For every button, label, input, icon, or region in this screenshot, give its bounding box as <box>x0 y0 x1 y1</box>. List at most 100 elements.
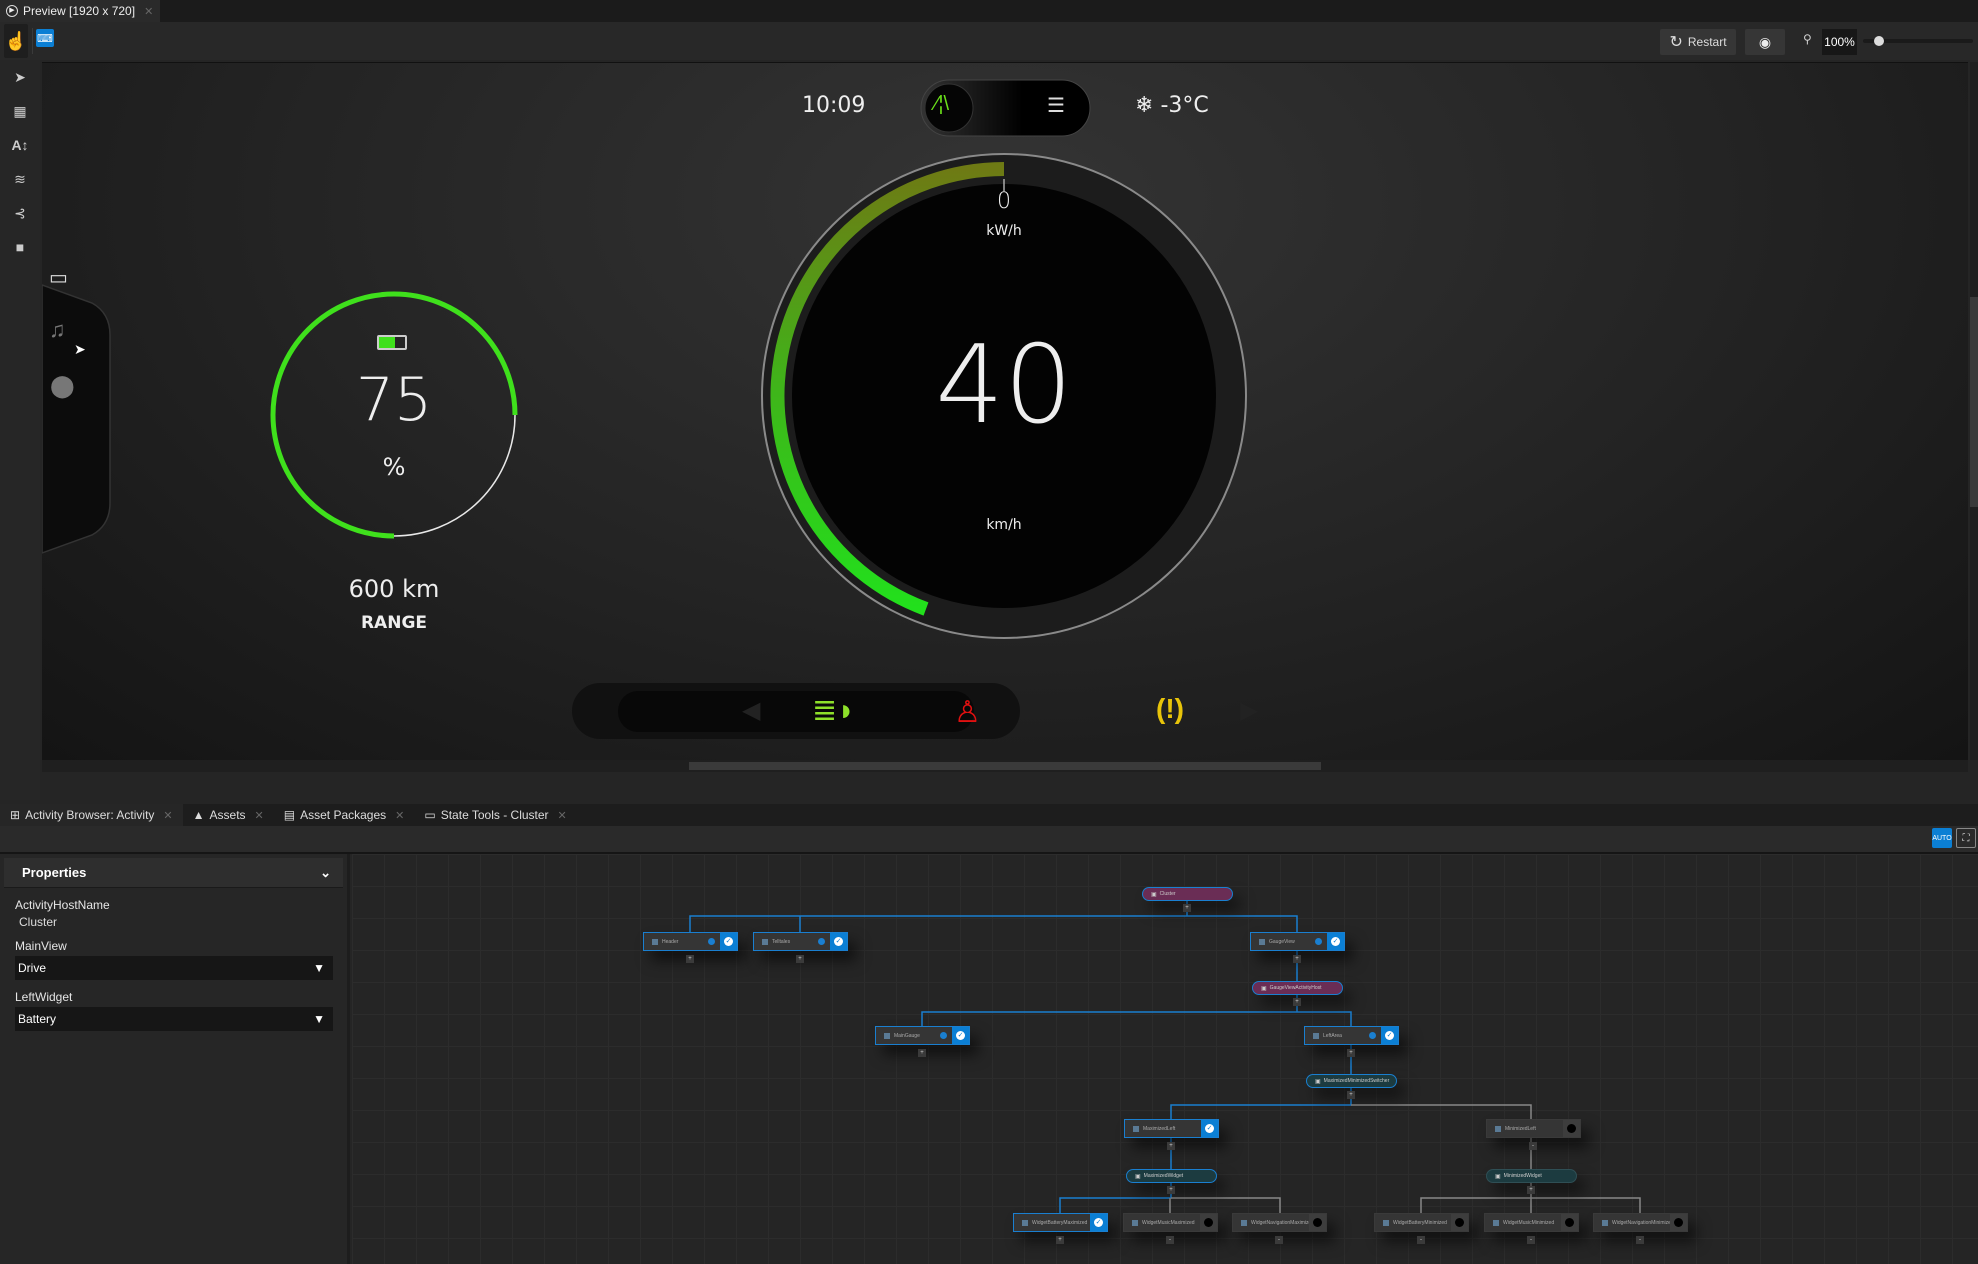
expand-button[interactable]: - <box>1527 1236 1535 1244</box>
location-icon[interactable]: ⬤ <box>50 373 75 399</box>
main-view-select[interactable]: Drive ▼ <box>15 956 333 980</box>
expand-button[interactable]: + <box>918 1049 926 1057</box>
properties-header[interactable]: Properties ⌄ <box>4 858 343 888</box>
select-tool-button[interactable]: ☝ <box>4 24 28 58</box>
restart-button[interactable]: ↻ Restart <box>1660 29 1736 55</box>
menu-list-icon[interactable]: ☰ <box>1047 93 1065 118</box>
activity-node[interactable]: WidgetMusicMinimized <box>1484 1213 1579 1232</box>
activation-toggle[interactable] <box>1670 1214 1687 1231</box>
tab-activity-browser[interactable]: ⊞ Activity Browser: Activity ✕ <box>0 804 183 826</box>
horizontal-scrollbar[interactable] <box>42 760 1968 772</box>
scroll-right-icon[interactable]: ▶ <box>1240 696 1258 725</box>
activity-node[interactable]: LeftArea ✓ <box>1304 1026 1399 1045</box>
keyboard-button[interactable]: ⌨ <box>36 29 54 47</box>
status-check-icon <box>818 938 825 945</box>
activation-toggle[interactable] <box>1451 1214 1468 1231</box>
tab-preview[interactable]: ▶ Preview [1920 x 720] ✕ <box>0 0 160 22</box>
expand-button[interactable]: + <box>1293 998 1301 1006</box>
layers-icon[interactable]: ≋ <box>0 162 40 196</box>
close-tab-icon[interactable]: ✕ <box>255 809 264 822</box>
scroll-left-icon[interactable]: ◀ <box>742 696 760 725</box>
close-tab-icon[interactable]: ✕ <box>395 809 404 822</box>
activity-host-node[interactable]: ▣ GaugeViewActivityHost <box>1252 981 1343 995</box>
activity-node[interactable]: MaximizedLeft ✓ <box>1124 1119 1219 1138</box>
close-tab-icon[interactable]: ✕ <box>558 809 567 822</box>
expand-button[interactable]: + <box>1167 1142 1175 1150</box>
expand-button[interactable]: - <box>1636 1236 1644 1244</box>
close-tab-icon[interactable]: ✕ <box>163 809 172 822</box>
lane-icon[interactable]: ⁄¦\ <box>935 93 949 116</box>
fit-view-button[interactable]: ⛶ <box>1956 828 1976 848</box>
zoom-slider[interactable] <box>1863 36 1973 46</box>
activation-toggle[interactable] <box>1563 1120 1580 1137</box>
activity-node[interactable]: MainGauge ✓ <box>875 1026 970 1045</box>
auto-layout-button[interactable]: AUTO <box>1932 828 1952 848</box>
activation-toggle[interactable] <box>1309 1214 1326 1231</box>
activity-node[interactable]: WidgetBatteryMinimized <box>1374 1213 1469 1232</box>
music-icon[interactable]: ♫ <box>49 317 66 343</box>
activity-graph[interactable] <box>352 854 1978 1264</box>
activity-node[interactable]: GaugeView ✓ <box>1250 932 1345 951</box>
activation-toggle[interactable] <box>1200 1214 1217 1231</box>
activity-node[interactable]: WidgetNavigationMinimized <box>1593 1213 1688 1232</box>
activity-label: WidgetNavigationMaximized <box>1251 1219 1309 1226</box>
text-icon[interactable]: A↕ <box>0 128 40 162</box>
pointer-icon[interactable]: ➤ <box>0 60 40 94</box>
activity-icon <box>1259 938 1265 945</box>
activation-toggle[interactable]: ✓ <box>1327 933 1344 950</box>
activation-toggle[interactable]: ✓ <box>952 1027 969 1044</box>
expand-button[interactable]: + <box>1183 904 1191 912</box>
activity-host-node[interactable]: ▣ MaximizedWidget <box>1126 1169 1217 1183</box>
left-widget-select[interactable]: Battery ▼ <box>15 1007 333 1031</box>
activation-toggle[interactable]: ✓ <box>1381 1027 1398 1044</box>
activation-toggle[interactable]: ✓ <box>720 933 737 950</box>
keyboard-icon: ⌨ <box>37 32 53 45</box>
vertical-scrollbar[interactable] <box>1970 62 1978 760</box>
expand-button[interactable]: - <box>1275 1236 1283 1244</box>
activity-node[interactable]: Telltales ✓ <box>753 932 848 951</box>
visibility-button[interactable]: ◉ <box>1745 29 1785 55</box>
camera-icon[interactable]: ■ <box>0 230 40 264</box>
tab-assets[interactable]: ▲ Assets ✕ <box>183 804 274 826</box>
activity-node[interactable]: MinimizedLeft <box>1486 1119 1581 1138</box>
expand-button[interactable]: - <box>1529 1142 1537 1150</box>
activity-host-name-value: Cluster <box>19 915 58 929</box>
activation-toggle[interactable]: ✓ <box>830 933 847 950</box>
activation-toggle[interactable]: ✓ <box>1090 1214 1107 1231</box>
expand-button[interactable]: + <box>796 955 804 963</box>
tab-asset-packages[interactable]: ▤ Asset Packages ✕ <box>274 804 415 826</box>
chevron-down-icon[interactable]: ⌄ <box>320 865 331 881</box>
activity-node[interactable]: Header ✓ <box>643 932 738 951</box>
zoom-value[interactable]: 100% <box>1822 29 1857 55</box>
close-tab-icon[interactable]: ✕ <box>144 5 153 18</box>
expand-button[interactable]: - <box>1166 1236 1174 1244</box>
expand-button[interactable]: + <box>1056 1236 1064 1244</box>
activity-node[interactable]: WidgetBatteryMaximized ✓ <box>1013 1213 1108 1232</box>
preview-canvas[interactable]: ▭ ♫ ⬤ 10:09 ⁄¦\ ☰ ❄ -3°C 0 kW/h 40 km/h … <box>42 62 1968 760</box>
expand-button[interactable]: + <box>1347 1091 1355 1099</box>
activity-node[interactable]: WidgetMusicMaximized <box>1123 1213 1218 1232</box>
check-icon: ✓ <box>724 937 733 946</box>
activity-host-node[interactable]: ▣ MinimizedWidget <box>1486 1169 1577 1183</box>
expand-button[interactable]: + <box>1167 1186 1175 1194</box>
expand-button[interactable]: - <box>1417 1236 1425 1244</box>
activity-label: LeftArea <box>1323 1032 1342 1039</box>
connection-icon[interactable]: ⊰ <box>0 196 40 230</box>
activation-toggle[interactable]: ✓ <box>1201 1120 1218 1137</box>
activity-node[interactable]: WidgetNavigationMaximized <box>1232 1213 1327 1232</box>
expand-button[interactable]: + <box>1293 955 1301 963</box>
expand-button[interactable]: + <box>686 955 694 963</box>
activity-host-node[interactable]: ▣ Cluster <box>1142 887 1233 901</box>
zoom-slider-thumb[interactable] <box>1874 36 1884 46</box>
horizontal-scrollbar-thumb[interactable] <box>689 762 1321 770</box>
inactive-dot-icon <box>1204 1218 1213 1227</box>
expand-button[interactable]: + <box>1347 1049 1355 1057</box>
inactive-dot-icon <box>1565 1218 1574 1227</box>
activity-host-node[interactable]: ▣ MaximizedMinimizedSwitcher <box>1306 1074 1397 1088</box>
expand-button[interactable]: + <box>1527 1186 1535 1194</box>
tab-label: Assets <box>209 808 246 822</box>
tab-state-tools[interactable]: ▭ State Tools - Cluster ✕ <box>414 804 576 826</box>
battery-icon[interactable]: ▭ <box>49 265 68 290</box>
table-icon[interactable]: ▦ <box>0 94 40 128</box>
activation-toggle[interactable] <box>1561 1214 1578 1231</box>
